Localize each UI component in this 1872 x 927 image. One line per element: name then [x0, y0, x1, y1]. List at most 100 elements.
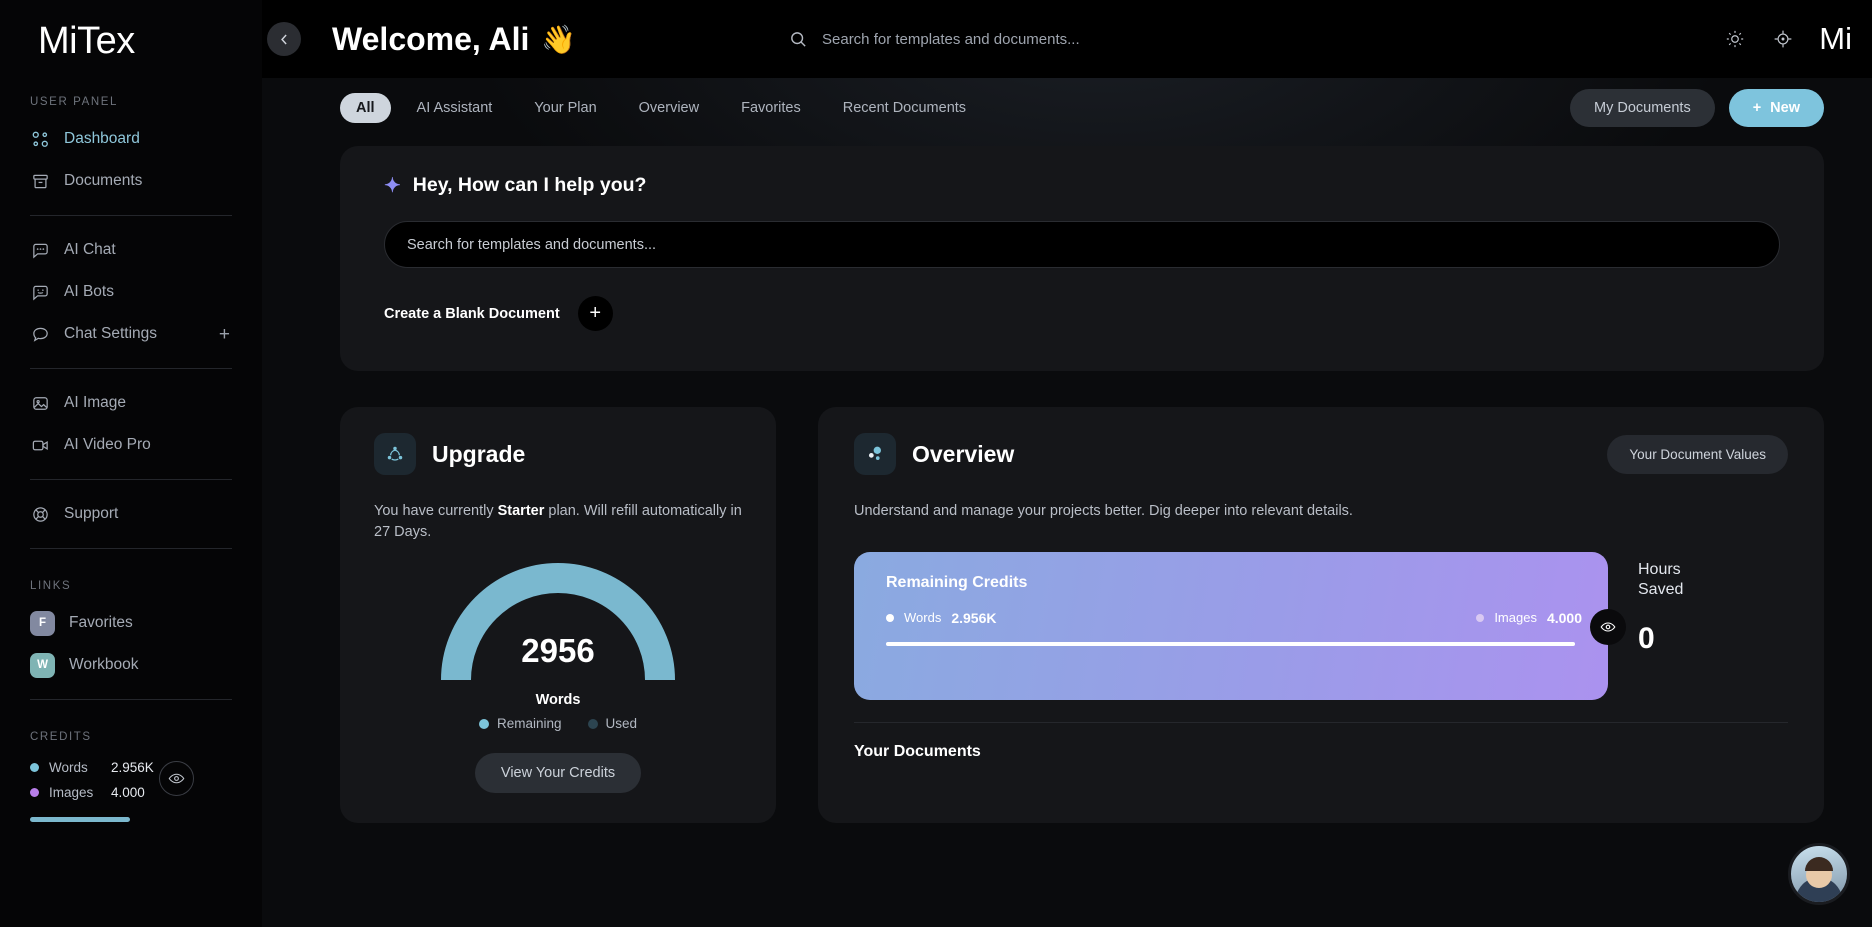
credit-label: Words — [49, 760, 88, 775]
sidebar-item-label: Dashboard — [64, 130, 140, 147]
credit-row-words: Words 2.956K — [30, 755, 262, 780]
sidebar-item-label: AI Chat — [64, 241, 116, 258]
credit-value: 2.956K — [111, 760, 154, 775]
ai-assistant-title: ✦ Hey, How can I help you? — [384, 174, 1780, 197]
upgrade-plan-name: Starter — [497, 503, 545, 519]
overview-card: Overview Your Document Values Understand… — [818, 407, 1824, 824]
top-bar: Welcome, Ali 👋 Search for templates and … — [262, 0, 1872, 78]
sidebar-link-favorites[interactable]: F Favorites — [0, 602, 262, 644]
cards-row: Upgrade You have currently Starter plan.… — [340, 407, 1824, 824]
toggle-credits-visibility-button[interactable] — [159, 761, 194, 796]
eye-icon — [168, 773, 185, 784]
sidebar-item-support[interactable]: Support — [0, 493, 262, 535]
sidebar-credits: Words 2.956K Images 4.000 — [0, 753, 262, 822]
gauge-value: 2956 — [521, 632, 595, 670]
ai-search-input[interactable] — [407, 236, 1757, 253]
create-blank-document-plus-button[interactable]: + — [577, 296, 613, 331]
sidebar-divider — [30, 368, 232, 369]
image-icon — [30, 393, 50, 413]
sidebar-item-label: Support — [64, 505, 119, 522]
banner-words-value: 2.956K — [951, 609, 997, 626]
words-dot-icon — [886, 613, 894, 622]
view-your-credits-button[interactable]: View Your Credits — [474, 753, 642, 794]
sidebar-item-chat-settings[interactable]: Chat Settings + — [0, 313, 262, 355]
main-area: Welcome, Ali 👋 Search for templates and … — [262, 0, 1872, 927]
collapse-sidebar-button[interactable] — [267, 22, 301, 56]
toggle-banner-visibility-button[interactable] — [1590, 608, 1626, 645]
tab-all[interactable]: All — [340, 93, 391, 123]
video-icon — [30, 435, 50, 455]
top-bar-actions: Mi — [1723, 21, 1852, 57]
search-input[interactable] — [822, 30, 1152, 48]
add-chat-setting-button[interactable]: + — [219, 325, 230, 344]
your-documents-heading: Your Documents — [854, 742, 981, 760]
sidebar-item-ai-chat[interactable]: AI Chat — [0, 229, 262, 271]
banner-images-value: 4.000 — [1546, 609, 1582, 626]
create-blank-document-row[interactable]: Create a Blank Document + — [384, 296, 1780, 331]
my-documents-button[interactable]: My Documents — [1570, 89, 1715, 127]
sidebar-item-ai-bots[interactable]: AI Bots — [0, 271, 262, 313]
chevron-left-icon — [280, 34, 287, 44]
sidebar-item-dashboard[interactable]: Dashboard — [0, 118, 262, 160]
tab-overview[interactable]: Overview — [623, 93, 715, 123]
your-document-values-button[interactable]: Your Document Values — [1607, 435, 1788, 474]
favorites-badge: F — [30, 610, 55, 636]
bot-smile-icon — [30, 282, 50, 302]
sparkle-icon: ✦ — [384, 174, 401, 197]
overview-metrics: Remaining Credits Words 2.956K Images 4.… — [854, 551, 1788, 700]
upgrade-desc-prefix: You have currently — [374, 503, 498, 519]
eye-icon — [1600, 622, 1616, 632]
sidebar-link-workbook[interactable]: W Workbook — [0, 644, 262, 686]
overview-icon — [854, 433, 896, 475]
legend-label: Used — [605, 716, 638, 732]
tabs: All AI Assistant Your Plan Overview Favo… — [340, 93, 982, 123]
banner-images-label: Images — [1494, 610, 1537, 626]
banner-words: Words 2.956K — [886, 610, 996, 626]
sidebar-item-label: Documents — [64, 172, 143, 189]
ai-search-field[interactable] — [384, 221, 1780, 268]
profile-avatar[interactable] — [1788, 843, 1850, 905]
sidebar-divider — [30, 215, 232, 216]
remaining-credits-banner: Remaining Credits Words 2.956K Images 4.… — [854, 551, 1626, 700]
overview-card-description: Understand and manage your projects bett… — [854, 503, 1353, 519]
upgrade-card: Upgrade You have currently Starter plan.… — [340, 407, 776, 824]
upgrade-card-header: Upgrade — [374, 433, 742, 475]
sidebar-item-label: AI Image — [64, 394, 127, 411]
banner-images: Images 4.000 — [1476, 610, 1582, 626]
sidebar-section-user-panel: USER PANEL — [30, 96, 119, 108]
plus-icon: + — [1752, 100, 1762, 116]
upgrade-card-title: Upgrade — [432, 440, 526, 467]
credits-progress-bar — [30, 817, 130, 822]
words-gauge-chart: 2956 Words Remaining Used View Your Cred… — [374, 554, 742, 794]
sidebar-item-documents[interactable]: Documents — [0, 160, 262, 202]
tab-bar-actions: My Documents + New — [1570, 89, 1824, 127]
credit-value: 4.000 — [111, 785, 145, 800]
content-area: ✦ Hey, How can I help you? Create a Blan… — [262, 138, 1872, 824]
tab-your-plan[interactable]: Your Plan — [518, 93, 612, 123]
chat-dots-icon — [30, 240, 50, 260]
chat-bubble-icon — [30, 324, 50, 344]
bubbles-icon — [868, 446, 881, 460]
images-dot-icon — [30, 788, 39, 797]
archive-icon — [30, 171, 50, 191]
account-name[interactable]: Mi — [1819, 21, 1852, 57]
tab-favorites[interactable]: Favorites — [725, 93, 817, 123]
focus-target-button[interactable] — [1771, 27, 1795, 51]
banner-words-label: Words — [904, 610, 942, 626]
gauge-legend: Remaining Used — [478, 716, 638, 732]
dashboard-app: MiTex USER PANEL Dashboard Documents AI … — [0, 0, 1872, 927]
global-search[interactable] — [789, 30, 1152, 49]
sidebar-section-credits: CREDITS — [30, 731, 92, 743]
tab-ai-assistant[interactable]: AI Assistant — [401, 93, 509, 123]
sidebar-item-ai-video-pro[interactable]: AI Video Pro — [0, 424, 262, 466]
sidebar-divider — [30, 699, 232, 700]
app-logo[interactable]: MiTex — [0, 0, 262, 78]
tab-recent-documents[interactable]: Recent Documents — [827, 93, 982, 123]
sidebar-item-label: AI Video Pro — [64, 436, 151, 453]
gauge-label: Words — [535, 692, 581, 709]
new-button[interactable]: + New — [1728, 89, 1824, 127]
sidebar-item-ai-image[interactable]: AI Image — [0, 382, 262, 424]
theme-toggle-button[interactable] — [1723, 27, 1747, 51]
hours-saved-value: 0 — [1638, 621, 1655, 655]
sidebar-item-label: Chat Settings — [64, 325, 158, 342]
